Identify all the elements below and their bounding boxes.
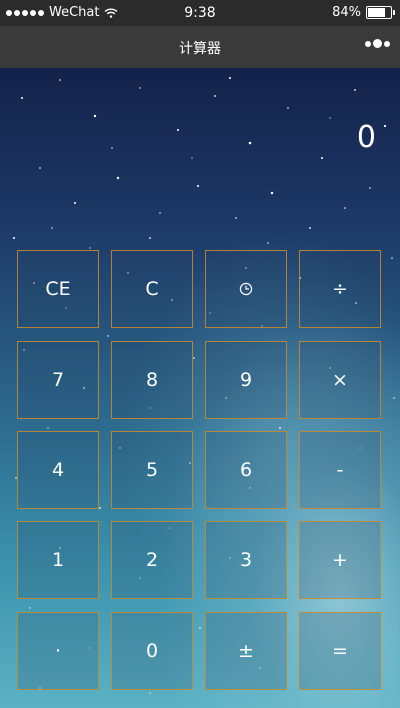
digit-2-button[interactable]: 2 — [111, 521, 193, 599]
digit-3-button[interactable]: 3 — [205, 521, 287, 599]
digit-4-button[interactable]: 4 — [17, 431, 99, 509]
digit-6-button[interactable]: 6 — [205, 431, 287, 509]
decimal-button[interactable]: · — [17, 612, 99, 690]
digit-1-button[interactable]: 1 — [17, 521, 99, 599]
clear-entry-button[interactable]: CE — [17, 250, 99, 328]
history-button[interactable] — [205, 250, 287, 328]
divide-button[interactable]: ÷ — [299, 250, 381, 328]
minus-button[interactable]: - — [299, 431, 381, 509]
calculator-screen: WeChat 9:38 84% 计算器 0 CE C ÷ 7 8 9 × 4 5… — [0, 0, 400, 708]
digit-0-button[interactable]: 0 — [111, 612, 193, 690]
digit-8-button[interactable]: 8 — [111, 341, 193, 419]
digit-5-button[interactable]: 5 — [111, 431, 193, 509]
plus-button[interactable]: + — [299, 521, 381, 599]
sign-toggle-button[interactable]: ± — [205, 612, 287, 690]
clear-button[interactable]: C — [111, 250, 193, 328]
digit-7-button[interactable]: 7 — [17, 341, 99, 419]
multiply-button[interactable]: × — [299, 341, 381, 419]
digit-9-button[interactable]: 9 — [205, 341, 287, 419]
calculator-keypad: CE C ÷ 7 8 9 × 4 5 6 - 1 2 3 + · 0 ± = — [0, 0, 400, 708]
equals-button[interactable]: = — [299, 612, 381, 690]
history-clock-icon — [239, 282, 253, 296]
